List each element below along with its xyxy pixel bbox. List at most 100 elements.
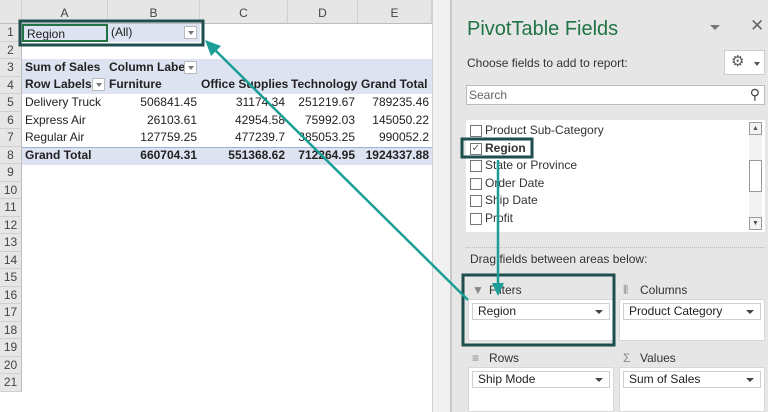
row-header[interactable]: 19 [0,339,22,357]
row-label[interactable]: Delivery Truck [22,94,108,112]
field-label: Profit [485,211,514,225]
row-header[interactable]: 12 [0,216,22,234]
row-header[interactable]: 14 [0,251,22,269]
column-header-e[interactable]: E [358,0,432,24]
field-item[interactable]: State or Province [470,157,730,175]
chevron-down-icon[interactable] [595,310,603,314]
scroll-down-icon[interactable]: ▼ [749,217,762,230]
row-header[interactable]: 4 [0,76,22,94]
row-header[interactable]: 15 [0,269,22,287]
row-header[interactable]: 1 [0,24,22,42]
row-header[interactable]: 7 [0,129,22,147]
filter-dropdown-button[interactable] [184,26,197,39]
row-header[interactable]: 18 [0,321,22,339]
total-cell[interactable]: 1924337.88 [358,147,432,165]
grand-total-label[interactable]: Grand Total [22,147,108,165]
row-header[interactable]: 17 [0,304,22,322]
filter-field-cell[interactable]: Region [22,24,108,42]
pane-title: PivotTable Fields [467,18,619,40]
value-cell[interactable]: 42954.58 [200,112,288,130]
row-header[interactable]: 8 [0,146,22,164]
chevron-down-icon[interactable] [595,378,603,382]
values-field[interactable]: Sum of Sales [623,371,761,388]
field-item[interactable]: Ship Date [470,192,730,210]
checkbox[interactable] [470,195,482,208]
total-cell[interactable]: 551368.62 [200,147,288,165]
row-labels-dropdown[interactable] [92,78,105,91]
row-header[interactable]: 5 [0,94,22,112]
column-header-a[interactable]: A [22,0,108,24]
total-cell[interactable]: 660704.31 [108,147,200,165]
filter-icon: ▼ [472,283,484,297]
tools-gear-button[interactable]: ⚙ [724,50,765,75]
row-header[interactable]: 9 [0,164,22,182]
vertical-scrollbar[interactable] [432,0,450,412]
columns-field[interactable]: Product Category [623,303,761,320]
column-header-c[interactable]: C [200,0,288,24]
row-header[interactable]: 21 [0,374,22,392]
value-cell[interactable]: 789235.46 [358,94,432,112]
value-cell[interactable]: 127759.25 [108,129,200,147]
pane-divider [466,247,765,248]
field-item[interactable]: Product Sub-Category [470,122,730,140]
chevron-down-icon [754,62,760,66]
field-item[interactable]: Profit [470,210,730,228]
row-header[interactable]: 6 [0,111,22,129]
filters-area[interactable]: Region [468,299,614,341]
field-label: Product Sub-Category [485,123,604,137]
field-list: Product Sub-Category ✓ Region State or Prov… [466,120,765,232]
value-cell[interactable]: 145050.22 [358,112,432,130]
select-all-corner[interactable] [0,0,22,24]
sigma-icon: Σ [623,351,631,365]
gear-icon: ⚙ [731,53,745,70]
row-label[interactable]: Regular Air [22,129,108,147]
value-cell[interactable]: 506841.45 [108,94,200,112]
value-cell[interactable]: 385053.25 [288,129,358,147]
column-header-d[interactable]: D [288,0,358,24]
checkbox[interactable] [470,177,482,190]
row-label[interactable]: Express Air [22,112,108,130]
value-cell[interactable]: 477239.7 [200,129,288,147]
field-item[interactable]: ✓ Region [470,140,730,158]
row-header[interactable]: 16 [0,286,22,304]
field-list-scrollbar[interactable]: ▲ ▼ [749,122,762,230]
row-header[interactable]: 11 [0,199,22,217]
chevron-down-icon[interactable] [746,310,754,314]
value-cell[interactable]: 251219.67 [288,94,358,112]
pane-options-dropdown-icon[interactable] [710,25,720,30]
row-header[interactable]: 3 [0,59,22,77]
rows-area-title: Rows [489,351,520,365]
pill-label: Product Category [629,304,723,318]
column-labels-dropdown[interactable] [184,61,197,74]
scroll-thumb[interactable] [749,160,762,192]
scroll-up-icon[interactable]: ▲ [749,122,762,135]
search-placeholder: Search [469,88,508,102]
row-header[interactable]: 10 [0,181,22,199]
search-input[interactable]: Search ⚲ [466,85,765,105]
pivot-corner-label: Sum of Sales [25,60,101,74]
search-icon[interactable]: ⚲ [750,86,760,103]
row-header[interactable]: 13 [0,234,22,252]
choose-fields-label: Choose fields to add to report: [467,56,628,70]
rows-field[interactable]: Ship Mode [472,371,610,388]
checkbox[interactable]: ✓ [470,142,482,155]
columns-area[interactable]: Product Category [619,299,765,341]
checkbox[interactable] [470,160,482,173]
values-area[interactable]: Sum of Sales [619,367,765,412]
value-cell[interactable]: 990052.2 [358,129,432,147]
checkbox[interactable] [470,213,482,225]
field-item[interactable]: Order Date [470,175,730,193]
row-header[interactable]: 2 [0,41,22,59]
filters-field-region[interactable]: Region [472,303,610,320]
close-icon[interactable]: ✕ [750,16,764,36]
checkbox[interactable] [470,125,482,137]
rows-area[interactable]: Ship Mode [468,367,614,412]
total-cell[interactable]: 712264.95 [288,147,358,165]
values-area-title: Values [640,351,676,365]
chevron-down-icon[interactable] [746,378,754,382]
value-cell[interactable]: 31174.34 [200,94,288,112]
value-cell[interactable]: 26103.61 [108,112,200,130]
column-header-b[interactable]: B [108,0,200,24]
value-cell[interactable]: 75992.03 [288,112,358,130]
row-header[interactable]: 20 [0,356,22,374]
